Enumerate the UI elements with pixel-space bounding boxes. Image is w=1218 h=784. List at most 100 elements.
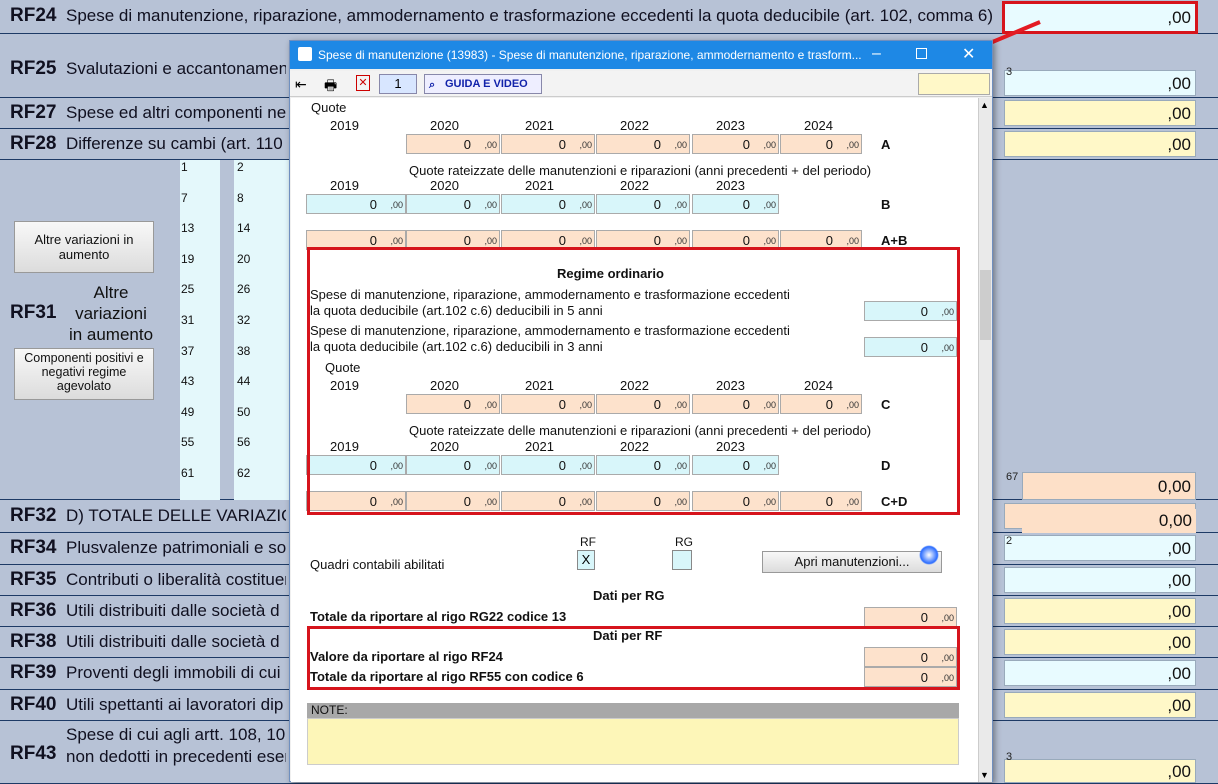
row-value[interactable]: ,00 — [1004, 629, 1196, 655]
row-tag: B — [881, 197, 891, 212]
amount-field[interactable]: 0,00 — [501, 194, 595, 214]
row-code: RF24 — [10, 5, 57, 26]
manutenzioni-dialog: Spese di manutenzione (13983) - Spese di… — [289, 40, 993, 782]
row-tag: A+B — [881, 233, 908, 248]
row-text-2: non dedotti in precedenti eser — [66, 747, 286, 766]
year-label: 2019 — [330, 178, 359, 193]
magnifier-icon: ⌕ — [429, 79, 436, 91]
row-value[interactable]: ,00 — [1004, 692, 1196, 718]
grid-number: 7 — [181, 190, 188, 205]
dati-rg-title: Dati per RG — [593, 588, 665, 603]
regime-ordinario-highlight — [307, 247, 960, 515]
rf31-value-1[interactable]: 0,00 — [1022, 472, 1196, 500]
row-text: Spese di cui agli artt. 108, 109 — [66, 725, 286, 744]
amount-field[interactable]: 0,00 — [692, 134, 779, 154]
grid-number: 55 — [181, 435, 195, 450]
exit-icon[interactable]: ⇤ — [295, 76, 307, 93]
rf31-label-3: in aumento — [68, 325, 154, 344]
amount-field[interactable]: 0,00 — [692, 194, 779, 214]
amount-field[interactable]: 0,00 — [306, 194, 406, 214]
decimal-suffix: ,00 — [674, 200, 687, 210]
scroll-thumb[interactable] — [980, 270, 991, 340]
year-label: 2019 — [330, 118, 359, 133]
componenti-positivi-button[interactable]: Componenti positivi e negativi regime ag… — [14, 348, 154, 400]
totale-rg-field[interactable]: 0,00 — [864, 607, 957, 627]
vertical-scrollbar[interactable]: ▲ ▼ — [978, 98, 992, 782]
row-value[interactable]: ,00 — [1004, 759, 1196, 783]
row-code: RF39 — [10, 662, 57, 683]
close-icon[interactable]: ✕ — [962, 44, 975, 64]
row-text: Proventi degli immobili di cui a — [66, 663, 286, 682]
year-label: 2021 — [525, 118, 554, 133]
amount-field[interactable]: 0,00 — [406, 194, 500, 214]
decimal-suffix: ,00 — [579, 140, 592, 150]
rateizzate-label: Quote rateizzate delle manutenzioni e ri… — [409, 163, 872, 178]
decimal-suffix: ,00 — [674, 140, 687, 150]
rf-checkbox[interactable]: X — [577, 550, 595, 570]
grid-number: 14 — [237, 221, 251, 236]
row-value[interactable]: ,00 — [1004, 660, 1196, 686]
grid-number: 62 — [237, 466, 251, 480]
decimal-suffix: ,00 — [846, 140, 859, 150]
amount-field[interactable]: 0,00 — [780, 134, 862, 154]
row-text: Differenze su cambi (art. 110 — [66, 133, 283, 153]
delete-icon[interactable]: ✕ — [356, 75, 370, 91]
dati-rf-highlight — [307, 626, 960, 690]
grid-number: 43 — [181, 374, 195, 389]
scroll-down-icon[interactable]: ▼ — [980, 770, 989, 780]
amount-field[interactable]: 0,00 — [596, 134, 690, 154]
row-text: D) TOTALE DELLE VARIAZION — [66, 506, 286, 525]
row-marker: 2 — [1006, 535, 1013, 547]
year-label: 2020 — [430, 178, 459, 193]
grid-number: 38 — [237, 343, 251, 358]
dialog-content: Quote 2019 2020 2021 2022 2023 2024 0,00 0,00 0,0… — [291, 98, 979, 782]
rf31-value-2[interactable]: 0,00 — [1022, 509, 1196, 533]
decimal-suffix: ,00 — [390, 200, 403, 210]
grid-number: 13 — [181, 221, 195, 236]
row-value[interactable]: ,00 — [1004, 535, 1196, 561]
amount-field[interactable]: 0,00 — [596, 194, 690, 214]
dialog-titlebar: Spese di manutenzione (13983) - Spese di… — [290, 41, 992, 69]
row-code: RF38 — [10, 630, 57, 652]
row-text: Svalutazioni e accantonamenti — [66, 59, 286, 78]
grid-number: 31 — [181, 313, 195, 327]
note-field[interactable] — [307, 718, 959, 765]
row-code: RF35 — [10, 568, 57, 590]
decimal-suffix: ,00 — [941, 613, 954, 623]
amount-field[interactable]: 0,00 — [406, 134, 500, 154]
row-text: Utili distribuiti dalle società d — [66, 631, 280, 651]
amount-field[interactable]: 0,00 — [501, 134, 595, 154]
row-value[interactable]: ,00 — [1004, 598, 1196, 624]
grid-number: 20 — [237, 251, 251, 266]
grid-number: 49 — [181, 404, 195, 419]
rg-checkbox[interactable] — [672, 550, 692, 570]
rf31-label-1: Altre — [93, 283, 129, 302]
row-value[interactable]: ,00 — [1004, 567, 1196, 593]
toolbar-yellow-field[interactable] — [918, 73, 990, 95]
scroll-up-icon[interactable]: ▲ — [980, 100, 989, 110]
guide-button[interactable]: ⌕ GUIDA E VIDEO — [424, 74, 542, 94]
maximize-icon[interactable] — [916, 48, 927, 59]
altre-variazioni-button[interactable]: Altre variazioni in aumento — [14, 221, 154, 273]
row-code: RF25 — [10, 58, 57, 79]
row-text: Utili spettanti ai lavoratori dip — [66, 694, 284, 714]
year-label: 2024 — [804, 118, 833, 133]
row-value[interactable]: ,00 — [1004, 131, 1196, 157]
decimal-suffix: ,00 — [579, 200, 592, 210]
grid-number: 8 — [237, 190, 244, 205]
grid-number: 56 — [237, 435, 251, 450]
decimal-suffix: ,00 — [763, 140, 776, 150]
year-label: 2020 — [430, 118, 459, 133]
grid-number: 61 — [181, 466, 195, 480]
page-number[interactable]: 1 — [379, 74, 417, 94]
minimize-icon[interactable]: – — [872, 45, 881, 63]
grid-number: 37 — [181, 343, 195, 358]
row-text: Spese ed altri componenti ne — [66, 102, 286, 122]
row-text: Contributi o liberalità costituent — [66, 569, 286, 589]
print-icon[interactable]: 🖶 — [324, 75, 337, 99]
row-value[interactable]: ,00 — [1004, 100, 1196, 126]
click-highlight-icon — [919, 545, 939, 565]
apri-manutenzioni-button[interactable]: Apri manutenzioni... — [762, 551, 942, 573]
row-code: RF27 — [10, 101, 57, 123]
year-label: 2023 — [716, 178, 745, 193]
